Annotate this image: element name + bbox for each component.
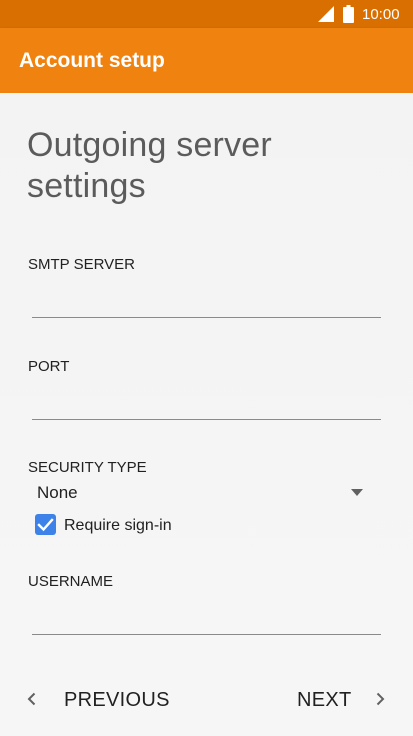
security-type-dropdown[interactable]: None	[28, 480, 380, 506]
page-title: Outgoing server settings	[27, 126, 272, 205]
app-bar-title: Account setup	[19, 49, 165, 72]
smtp-server-label: SMTP SERVER	[28, 256, 135, 273]
status-time: 10:00	[362, 6, 400, 23]
require-signin-label: Require sign-in	[64, 517, 172, 534]
app-bar: Account setup	[0, 28, 413, 93]
battery-icon	[343, 5, 354, 23]
security-type-label: SECURITY TYPE	[28, 459, 147, 476]
smtp-server-input[interactable]	[32, 287, 381, 318]
dropdown-arrow-icon	[351, 489, 363, 496]
require-signin-checkbox[interactable]	[35, 514, 56, 535]
security-type-value: None	[37, 483, 78, 502]
port-label: PORT	[28, 358, 70, 375]
port-input[interactable]	[32, 389, 381, 420]
username-label: USERNAME	[28, 573, 114, 590]
chevron-left-icon	[27, 692, 36, 706]
status-bar: 10:00	[0, 0, 413, 28]
signal-icon	[318, 6, 334, 22]
require-signin-checkbox-row[interactable]: Require sign-in	[35, 513, 235, 537]
username-input[interactable]	[32, 604, 381, 635]
next-button-label: NEXT	[297, 689, 352, 711]
chevron-right-icon	[376, 692, 385, 706]
previous-button-label: PREVIOUS	[64, 689, 170, 711]
next-button[interactable]: NEXT	[285, 676, 395, 722]
checkmark-icon	[37, 518, 54, 532]
previous-button[interactable]: PREVIOUS	[20, 676, 180, 722]
